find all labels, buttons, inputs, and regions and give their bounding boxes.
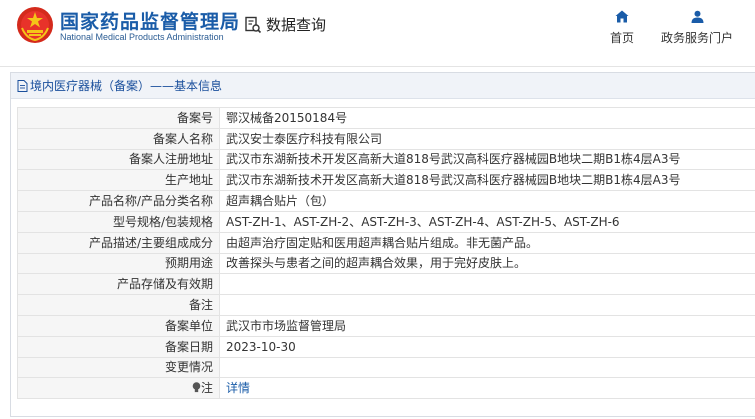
field-label: 型号规格/包装规格 — [17, 210, 220, 233]
table-row: 预期用途 改善探头与患者之间的超声耦合效果，用于完好皮肤上。 — [17, 252, 755, 275]
panel-title: 境内医疗器械（备案）——基本信息 — [30, 79, 223, 93]
field-value: 武汉安士泰医疗科技有限公司 — [219, 127, 755, 150]
field-value: 改善探头与患者之间的超声耦合效果，用于完好皮肤上。 — [219, 252, 755, 275]
info-panel: 境内医疗器械（备案）——基本信息 备案号 鄂汉械备20150184号 备案人名称… — [10, 72, 755, 417]
table-row: 产品存储及有效期 — [17, 273, 755, 296]
field-value: 超声耦合贴片（包） — [219, 190, 755, 212]
field-value: 武汉市东湖新技术开发区高新大道818号武汉高科医疗器械园B地块二期B1栋4层A3… — [219, 148, 755, 171]
field-label: 备案单位 — [17, 314, 220, 337]
field-value: 武汉市东湖新技术开发区高新大道818号武汉高科医疗器械园B地块二期B1栋4层A3… — [219, 169, 755, 192]
table-row: 变更情况 — [17, 356, 755, 379]
field-value — [219, 273, 755, 296]
note-label-cell: 注 — [17, 377, 220, 400]
field-label: 产品名称/产品分类名称 — [17, 190, 220, 212]
table-row: 备案号 鄂汉械备20150184号 — [17, 107, 755, 129]
field-value: 武汉市市场监督管理局 — [219, 314, 755, 337]
record-info-table: 备案号 鄂汉械备20150184号 备案人名称 武汉安士泰医疗科技有限公司 备案… — [17, 107, 755, 400]
header-divider — [0, 66, 755, 67]
data-query-link[interactable]: 数据查询 — [244, 14, 326, 35]
field-label: 备案号 — [17, 107, 220, 129]
table-row: 产品名称/产品分类名称 超声耦合贴片（包） — [17, 190, 755, 212]
field-label: 备案人注册地址 — [17, 148, 220, 171]
field-label: 变更情况 — [17, 356, 220, 379]
field-label: 备案人名称 — [17, 127, 220, 150]
table-row: 产品描述/主要组成成分 由超声治疗固定贴和医用超声耦合贴片组成。非无菌产品。 — [17, 231, 755, 254]
details-link[interactable]: 详情 — [226, 381, 250, 395]
nav-home-label: 首页 — [609, 31, 634, 45]
field-label: 备注 — [17, 294, 220, 316]
table-row: 生产地址 武汉市东湖新技术开发区高新大道818号武汉高科医疗器械园B地块二期B1… — [17, 169, 755, 192]
panel-title-bar: 境内医疗器械（备案）——基本信息 — [11, 73, 755, 99]
note-row: 注 详情 — [17, 377, 755, 400]
note-label: 注 — [200, 381, 213, 396]
table-row: 备注 — [17, 294, 755, 316]
table-row: 备案日期 2023-10-30 — [17, 335, 755, 358]
user-icon — [691, 10, 703, 23]
field-value: 鄂汉械备20150184号 — [219, 107, 755, 129]
field-label: 预期用途 — [17, 252, 220, 275]
field-value — [219, 356, 755, 379]
table-row: 备案单位 武汉市市场监督管理局 — [17, 314, 755, 337]
search-document-icon — [245, 16, 262, 33]
table-row: 备案人名称 武汉安士泰医疗科技有限公司 — [17, 127, 755, 150]
field-value: 由超声治疗固定贴和医用超声耦合贴片组成。非无菌产品。 — [219, 231, 755, 254]
nav-service-portal[interactable]: 政务服务门户 — [656, 10, 738, 46]
field-label: 产品描述/主要组成成分 — [17, 231, 220, 254]
bulb-icon — [192, 382, 201, 393]
document-icon — [17, 79, 28, 92]
nav-home[interactable]: 首页 — [606, 10, 638, 46]
site-header: 国家药品监督管理局 National Medical Products Admi… — [0, 0, 755, 66]
nav-service-portal-label: 政务服务门户 — [660, 31, 733, 45]
site-title: 国家药品监督管理局 — [60, 11, 241, 33]
field-label: 生产地址 — [17, 169, 220, 192]
field-value: 2023-10-30 — [219, 335, 755, 358]
field-label: 备案日期 — [17, 335, 220, 358]
field-label: 产品存储及有效期 — [17, 273, 220, 296]
site-subtitle: National Medical Products Administration — [60, 32, 224, 42]
home-icon — [615, 10, 629, 23]
national-emblem-icon — [17, 7, 53, 43]
note-value-cell: 详情 — [219, 377, 755, 400]
field-value: AST-ZH-1、AST-ZH-2、AST-ZH-3、AST-ZH-4、AST-… — [219, 210, 755, 233]
field-value — [219, 294, 755, 316]
table-row: 型号规格/包装规格 AST-ZH-1、AST-ZH-2、AST-ZH-3、AST… — [17, 210, 755, 233]
data-query-label: 数据查询 — [266, 16, 327, 34]
table-row: 备案人注册地址 武汉市东湖新技术开发区高新大道818号武汉高科医疗器械园B地块二… — [17, 148, 755, 171]
